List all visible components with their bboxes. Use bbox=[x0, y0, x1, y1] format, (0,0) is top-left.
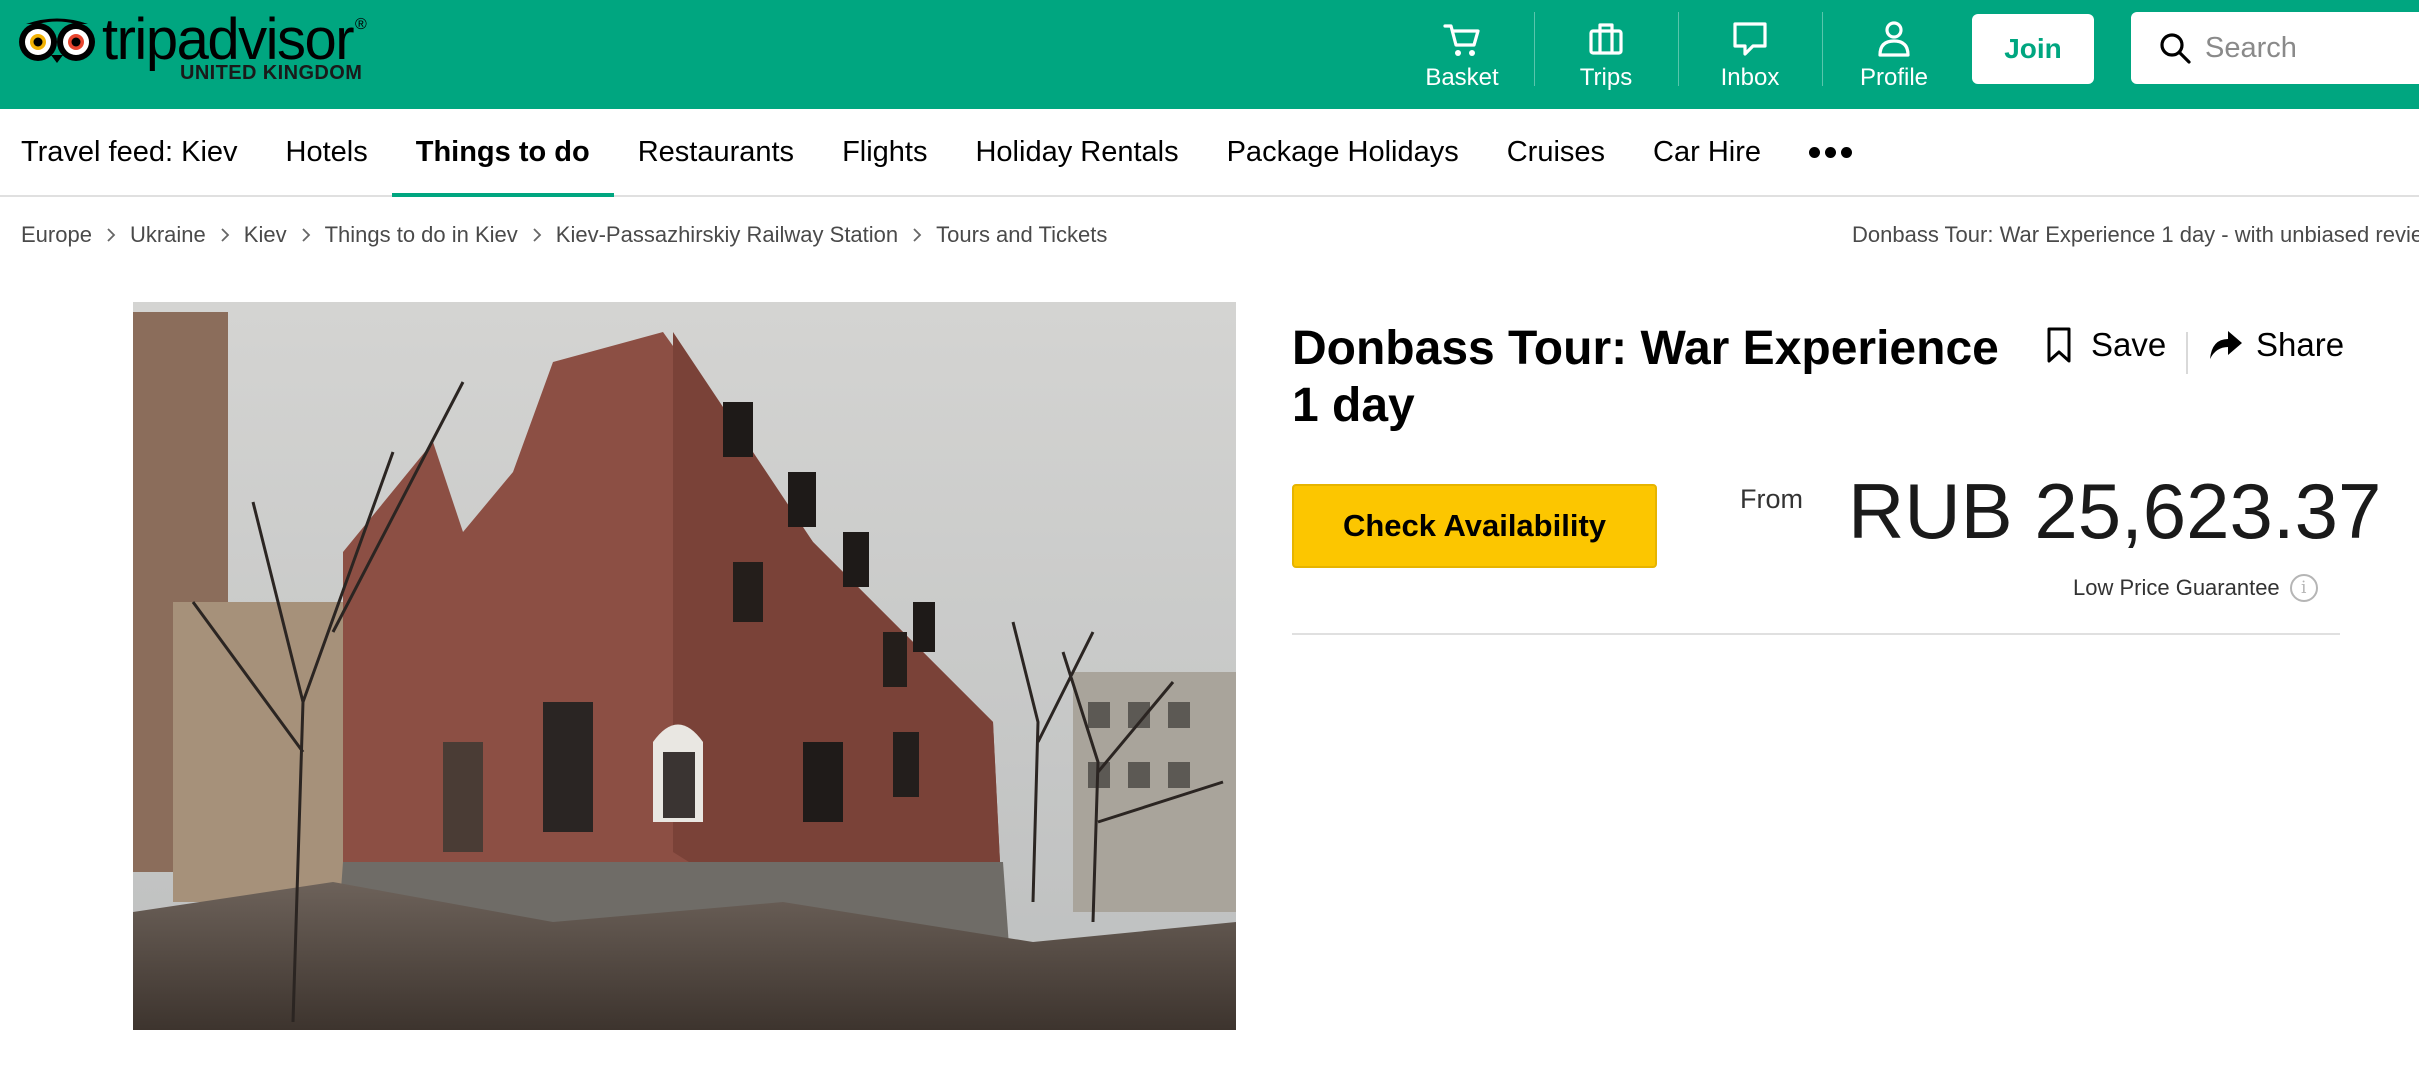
breadcrumb-current-page: Donbass Tour: War Experience 1 day - wit… bbox=[1852, 222, 2419, 247]
inbox-icon bbox=[1733, 21, 1767, 56]
search-icon bbox=[2160, 33, 2191, 64]
nav-flights[interactable]: Flights bbox=[842, 109, 927, 195]
share-arrow-icon bbox=[2210, 331, 2242, 359]
logo-wordmark: tripadvisor ® bbox=[102, 6, 367, 72]
trips-button[interactable]: Trips bbox=[1534, 0, 1678, 109]
action-divider bbox=[2186, 332, 2188, 374]
basket-icon bbox=[1443, 23, 1480, 56]
chevron-right-icon bbox=[912, 227, 922, 243]
top-header: tripadvisor ® UNITED KINGDOM Basket Trips bbox=[0, 0, 2419, 109]
info-icon[interactable]: i bbox=[2289, 574, 2318, 602]
owl-logo-icon bbox=[19, 18, 95, 63]
category-nav: Travel feed: Kiev Hotels Things to do Re… bbox=[0, 109, 2419, 197]
tour-photo[interactable] bbox=[133, 302, 1236, 1030]
chevron-right-icon bbox=[220, 227, 230, 243]
join-button[interactable]: Join bbox=[1972, 14, 2094, 84]
low-price-guarantee: Low Price Guarantee i bbox=[2073, 574, 2318, 602]
chevron-right-icon bbox=[301, 227, 311, 243]
inbox-label: Inbox bbox=[1720, 63, 1780, 91]
breadcrumb-things-to-do[interactable]: Things to do in Kiev bbox=[325, 222, 518, 248]
trips-label: Trips bbox=[1579, 63, 1633, 91]
check-availability-button[interactable]: Check Availability bbox=[1292, 484, 1657, 568]
bookmark-icon bbox=[2047, 327, 2071, 363]
price-value: RUB 25,623.37 bbox=[1848, 467, 2382, 555]
profile-label: Profile bbox=[1859, 63, 1929, 91]
nav-travel-feed[interactable]: Travel feed: Kiev bbox=[21, 109, 238, 195]
search-input[interactable] bbox=[2205, 31, 2419, 65]
save-label: Save bbox=[2091, 326, 2167, 363]
breadcrumb-europe[interactable]: Europe bbox=[21, 222, 92, 248]
more-menu-icon[interactable] bbox=[1809, 109, 1853, 195]
trips-icon bbox=[1589, 22, 1623, 55]
nav-cruises[interactable]: Cruises bbox=[1507, 109, 1605, 195]
breadcrumb-tours-tickets[interactable]: Tours and Tickets bbox=[936, 222, 1107, 248]
nav-things-to-do[interactable]: Things to do bbox=[391, 109, 614, 197]
profile-button[interactable]: Profile bbox=[1822, 0, 1966, 109]
chevron-right-icon bbox=[532, 227, 542, 243]
price-from-label: From bbox=[1740, 484, 1803, 514]
tripadvisor-logo[interactable]: tripadvisor ® UNITED KINGDOM bbox=[18, 6, 367, 92]
breadcrumb-ukraine[interactable]: Ukraine bbox=[130, 222, 206, 248]
breadcrumb: Europe Ukraine Kiev Things to do in Kiev… bbox=[21, 222, 1107, 248]
profile-icon bbox=[1878, 20, 1910, 57]
breadcrumb-kiev[interactable]: Kiev bbox=[244, 222, 287, 248]
nav-car-hire[interactable]: Car Hire bbox=[1653, 109, 1761, 195]
nav-hotels[interactable]: Hotels bbox=[286, 109, 368, 195]
inbox-button[interactable]: Inbox bbox=[1678, 0, 1822, 109]
nav-restaurants[interactable]: Restaurants bbox=[638, 109, 794, 195]
basket-button[interactable]: Basket bbox=[1390, 0, 1534, 109]
nav-package-holidays[interactable]: Package Holidays bbox=[1227, 109, 1459, 195]
breadcrumb-railway-station[interactable]: Kiev-Passazhirskiy Railway Station bbox=[556, 222, 898, 248]
header-nav: Basket Trips Inbox Profile bbox=[1390, 0, 1966, 109]
save-button[interactable]: Save bbox=[2045, 326, 2166, 364]
search-bar[interactable] bbox=[2131, 12, 2419, 84]
basket-label: Basket bbox=[1425, 63, 1499, 91]
logo-region: UNITED KINGDOM bbox=[180, 62, 363, 84]
nav-holiday-rentals[interactable]: Holiday Rentals bbox=[975, 109, 1178, 195]
tour-title: Donbass Tour: War Experience 1 day bbox=[1292, 322, 1999, 432]
share-label: Share bbox=[2256, 326, 2345, 363]
section-divider bbox=[1292, 633, 2340, 635]
share-button[interactable]: Share bbox=[2208, 326, 2344, 364]
chevron-right-icon bbox=[106, 227, 116, 243]
low-price-guarantee-label: Low Price Guarantee bbox=[2073, 575, 2280, 600]
